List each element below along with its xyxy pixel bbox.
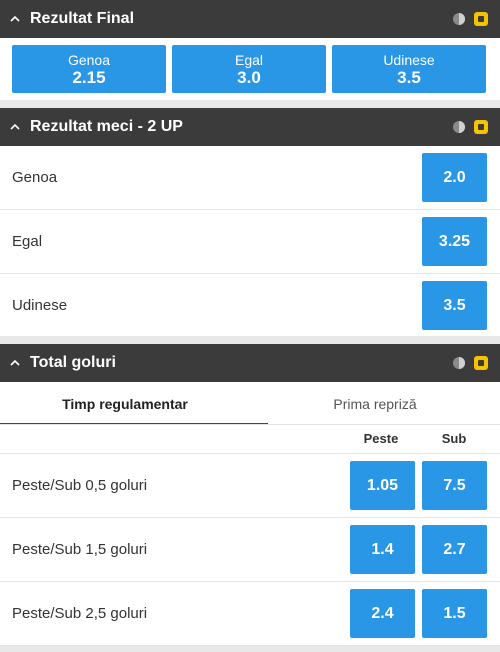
final-result-header[interactable]: Rezultat Final (0, 0, 500, 38)
list-item: Egal 3.25 (0, 210, 500, 274)
outcome-label: Egal (12, 233, 43, 250)
column-header-under: Sub (441, 431, 467, 446)
final-result-section: Rezultat Final Genoa 2.15 Egal 3.0 Udine… (0, 0, 500, 100)
odds-button[interactable]: 3.5 (422, 281, 487, 330)
odds-button-under[interactable]: 2.7 (422, 525, 487, 574)
tab-first-half[interactable]: Prima repriză (250, 382, 500, 425)
tab-regular-time[interactable]: Timp regulamentar (0, 382, 268, 425)
table-row: Peste/Sub 2,5 goluri 2.4 1.5 (0, 582, 500, 646)
list-item: Genoa 2.0 (0, 146, 500, 210)
section-title: Rezultat meci - 2 UP (30, 118, 183, 135)
odds-button-over[interactable]: 1.05 (350, 461, 415, 510)
table-row: Peste/Sub 1,5 goluri 1.4 2.7 (0, 518, 500, 582)
table-row: Peste/Sub 0,5 goluri 1.05 7.5 (0, 454, 500, 518)
total-goals-section: Total goluri Timp regulamentar Prima rep… (0, 344, 500, 646)
star-icon[interactable] (474, 356, 488, 370)
odds-button[interactable]: 3.25 (422, 217, 487, 266)
list-item: Udinese 3.5 (0, 274, 500, 336)
odds-button[interactable]: 2.0 (422, 153, 487, 202)
section-title: Total goluri (30, 354, 116, 371)
clock-icon[interactable] (452, 120, 466, 134)
section-divider (0, 336, 500, 344)
odds-button-under[interactable]: 1.5 (422, 589, 487, 638)
section-title: Rezultat Final (30, 10, 135, 27)
market-label: Peste/Sub 0,5 goluri (12, 477, 148, 494)
clock-icon[interactable] (452, 12, 466, 26)
outcome-label: Genoa (12, 169, 58, 186)
clock-icon[interactable] (452, 356, 466, 370)
odds-button-draw[interactable]: Egal 3.0 (172, 45, 326, 93)
match-result-2up-header[interactable]: Rezultat meci - 2 UP (0, 108, 500, 146)
star-icon[interactable] (474, 120, 488, 134)
odds-button-over[interactable]: 1.4 (350, 525, 415, 574)
section-divider (0, 100, 500, 108)
odds-button-genoa[interactable]: Genoa 2.15 (12, 45, 166, 93)
match-result-2up-section: Rezultat meci - 2 UP Genoa 2.0 Egal 3.25… (0, 108, 500, 336)
odds-button-udinese[interactable]: Udinese 3.5 (332, 45, 486, 93)
odds-button-over[interactable]: 2.4 (350, 589, 415, 638)
outcome-label: Udinese (12, 297, 68, 314)
column-header-over: Peste (363, 431, 399, 446)
market-label: Peste/Sub 2,5 goluri (12, 605, 148, 622)
odds-button-under[interactable]: 7.5 (422, 461, 487, 510)
chevron-up-icon[interactable] (0, 359, 30, 367)
period-tabs: Timp regulamentar Prima repriză (0, 382, 500, 425)
chevron-up-icon[interactable] (0, 15, 30, 23)
odds-column-headers: Peste Sub (0, 425, 500, 454)
total-goals-header[interactable]: Total goluri (0, 344, 500, 382)
star-icon[interactable] (474, 12, 488, 26)
chevron-up-icon[interactable] (0, 123, 30, 131)
market-label: Peste/Sub 1,5 goluri (12, 541, 148, 558)
